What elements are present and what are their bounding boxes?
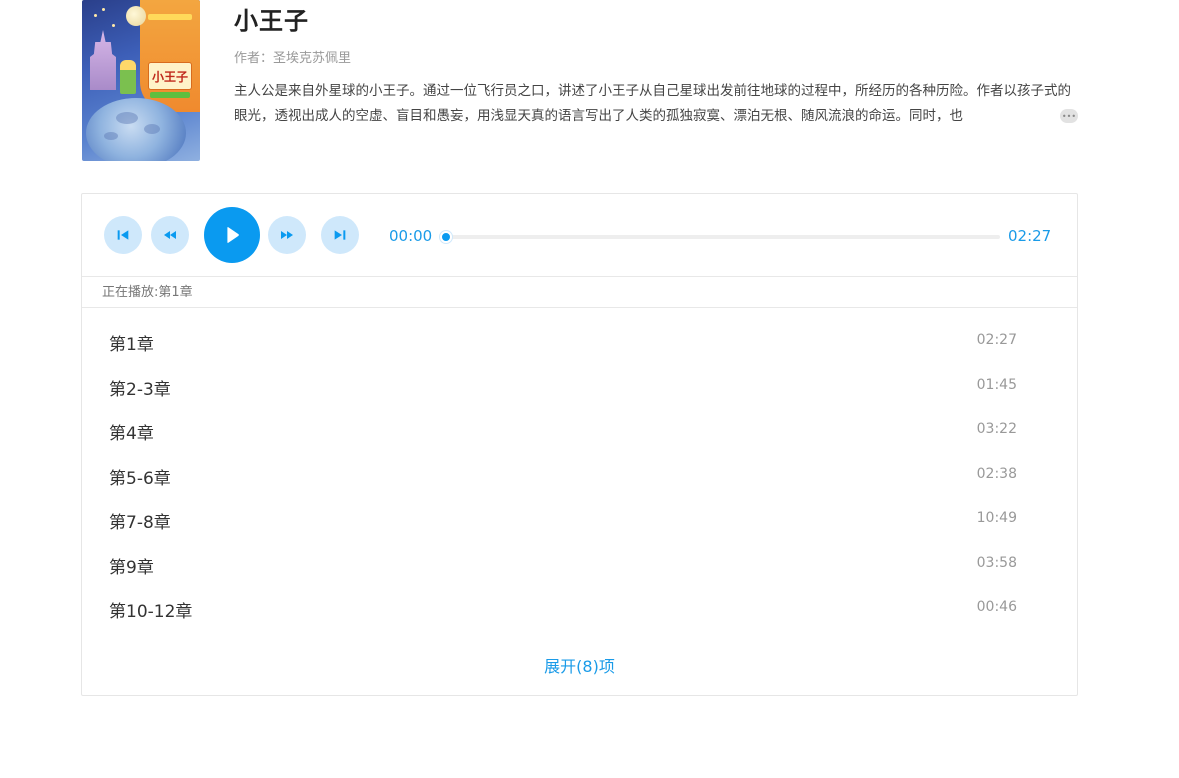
book-description: 主人公是来自外星球的小王子。通过一位飞行员之口，讲述了小王子从自己星球出发前往地… [234,83,1071,124]
skip-previous-button[interactable] [104,216,142,254]
skip-next-icon [334,230,346,240]
progress-handle[interactable] [440,231,452,243]
track-duration: 03:22 [976,421,1017,437]
track-title: 第2-3章 [109,379,171,400]
rewind-button[interactable] [151,216,189,254]
audio-player: 00:00 02:27 正在播放:第1章 第1章 02:27 第2-3章 01:… [81,193,1078,696]
cover-title: 小王子 [148,62,192,90]
track-row[interactable]: 第1章 02:27 [82,320,1077,365]
skip-next-button[interactable] [321,216,359,254]
track-title: 第4章 [109,424,154,444]
progress-bar[interactable] [440,231,1000,243]
fast-forward-button[interactable] [268,216,306,254]
track-row[interactable]: 第5-6章 02:38 [82,454,1077,499]
track-duration: 01:45 [976,376,1017,393]
track-duration: 10:49 [976,510,1017,526]
now-playing-label: 正在播放:第1章 [82,277,1077,308]
track-title: 第1章 [109,335,154,355]
track-list: 第1章 02:27 第2-3章 01:45 第4章 03:22 第5-6章 02… [82,320,1077,632]
track-row[interactable]: 第4章 03:22 [82,409,1077,454]
track-row[interactable]: 第9章 03:58 [82,543,1077,588]
track-title: 第9章 [109,557,154,578]
play-button[interactable] [204,207,260,263]
total-time: 02:27 [1008,227,1052,245]
track-duration: 00:46 [976,599,1017,615]
expand-list-button[interactable]: 展开(8)项 [82,653,1077,677]
play-icon [227,227,239,243]
track-duration: 02:27 [976,332,1017,348]
track-row[interactable]: 第10-12章 00:46 [82,587,1077,632]
book-author: 作者：圣埃克苏佩里 [234,51,352,66]
current-time: 00:00 [389,227,433,245]
track-row[interactable]: 第7-8章 10:49 [82,498,1077,543]
track-duration: 02:38 [976,465,1017,482]
track-duration: 03:58 [976,554,1017,571]
skip-previous-icon [117,230,129,240]
description-more-button[interactable]: ••• [1060,109,1078,123]
book-cover-image: 小王子 [82,0,200,161]
track-title: 第7-8章 [109,513,171,533]
track-title: 第5-6章 [109,468,171,489]
player-controls: 00:00 02:27 [82,194,1077,277]
page: 小王子 小王子 作者：圣埃克苏佩里 主人公是来自外星球的小王子。通过一位飞行员之… [0,0,1179,778]
book-title: 小王子 [234,7,309,35]
track-row[interactable]: 第2-3章 01:45 [82,365,1077,410]
track-title: 第10-12章 [109,602,193,622]
rewind-icon [164,231,176,239]
fast-forward-icon [281,231,293,239]
